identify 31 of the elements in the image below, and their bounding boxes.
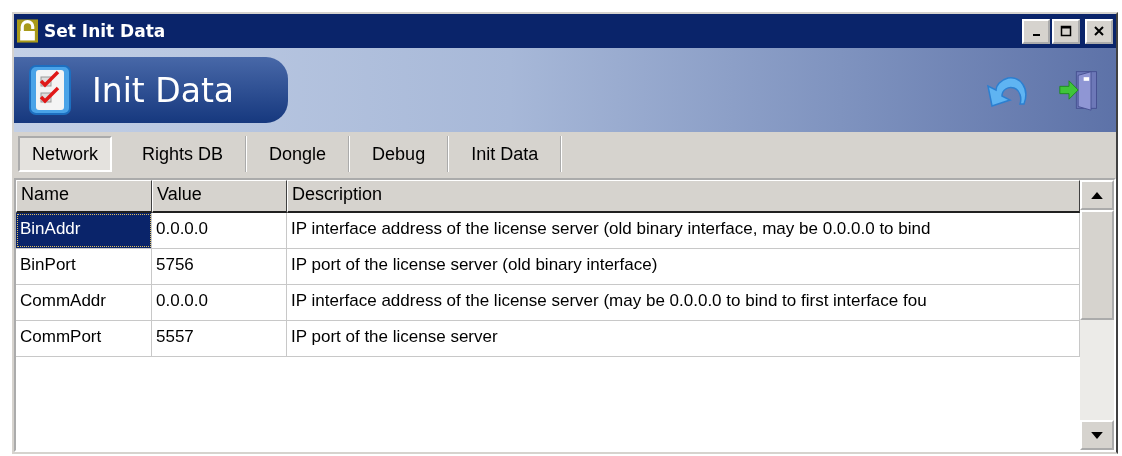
- tab[interactable]: Network: [18, 136, 112, 172]
- table-cell[interactable]: 5557: [152, 321, 287, 356]
- tab[interactable]: Rights DB: [120, 136, 248, 172]
- maximize-button[interactable]: [1052, 18, 1080, 44]
- minimize-button[interactable]: [1022, 18, 1050, 44]
- banner-title: Init Data: [92, 70, 235, 110]
- table-cell[interactable]: 0.0.0.0: [152, 285, 287, 320]
- down-triangle-icon: [1091, 431, 1103, 439]
- scrollbar-thumb[interactable]: [1080, 210, 1114, 320]
- checklist-icon: [28, 64, 72, 116]
- table-cell[interactable]: CommPort: [16, 321, 152, 356]
- maximize-icon: [1060, 25, 1072, 37]
- minimize-icon: [1032, 34, 1040, 36]
- scroll-up-button[interactable]: [1080, 180, 1114, 210]
- tab[interactable]: Dongle: [247, 136, 351, 172]
- scroll-down-button[interactable]: [1080, 420, 1114, 450]
- close-button[interactable]: [1085, 18, 1113, 44]
- padlock-icon: [17, 19, 38, 43]
- scrollbar[interactable]: [1080, 180, 1114, 450]
- column-header[interactable]: Value: [152, 180, 287, 213]
- table-cell[interactable]: CommAddr: [16, 285, 152, 320]
- table-cell[interactable]: BinPort: [16, 249, 152, 284]
- table-cell[interactable]: 0.0.0.0: [152, 213, 287, 248]
- table-cell[interactable]: 5756: [152, 249, 287, 284]
- window-title: Set Init Data: [44, 21, 166, 41]
- table-cell[interactable]: BinAddr: [16, 213, 152, 248]
- tab[interactable]: Init Data: [449, 136, 563, 172]
- column-header[interactable]: Description: [287, 180, 1080, 213]
- up-triangle-icon: [1091, 191, 1103, 199]
- close-icon: [1093, 25, 1105, 37]
- tab[interactable]: Debug: [350, 136, 450, 172]
